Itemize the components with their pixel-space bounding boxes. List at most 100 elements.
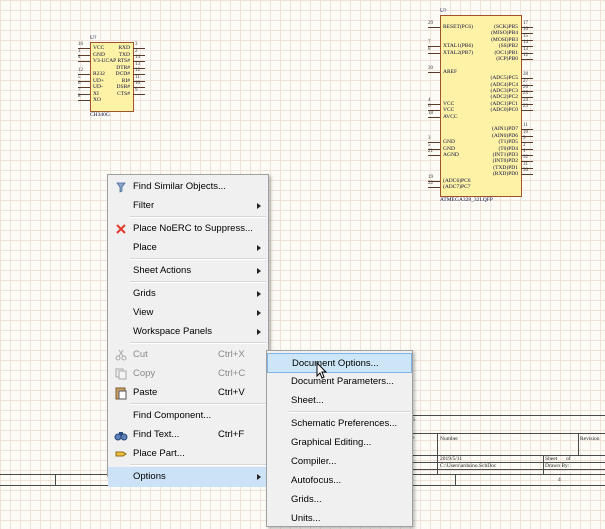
copy-icon — [114, 367, 128, 381]
funnel-icon — [114, 180, 128, 194]
pin-name: UD+ — [93, 77, 105, 84]
menu-item-cut[interactable]: Cut Ctrl+X — [108, 345, 268, 365]
binoculars-icon — [114, 428, 128, 442]
paste-icon — [114, 386, 128, 400]
title-of-label: of — [566, 456, 571, 462]
menu-item-label: Place NoERC to Suppress... — [133, 223, 253, 234]
pin-number: 10 — [135, 81, 140, 86]
submenu-arrow-icon — [257, 245, 261, 251]
submenu-item-autofocus[interactable]: Autofocus... — [267, 471, 412, 491]
pin-name: (RXD)PD0 — [492, 171, 518, 178]
pin-number: 28 — [523, 72, 528, 78]
menu-item-place-noerc-to-suppress[interactable]: Place NoERC to Suppress... — [108, 219, 268, 239]
pin-name: (ADC7)PC7 — [443, 184, 471, 190]
submenu-item-schematic-preferences[interactable]: Schematic Preferences... — [267, 414, 412, 434]
menu-item-find-text[interactable]: Find Text... Ctrl+F — [108, 425, 268, 445]
pin-number: 16 — [78, 42, 83, 47]
submenu-item-units[interactable]: Units... — [267, 509, 412, 529]
atmega-name: ATMEGA328_32LQFP — [440, 197, 493, 203]
pin-name: RTS# — [117, 58, 130, 64]
pin-name: (ICP)PB0 — [496, 56, 518, 62]
pin-name: (ADC6)PC6 — [443, 177, 471, 184]
menu-item-place-part[interactable]: Place Part... — [108, 444, 268, 464]
pin-line — [521, 59, 533, 60]
menu-item-label: Document Parameters... — [291, 376, 394, 387]
pin-number: 7 — [78, 87, 81, 93]
pin-name: GND — [443, 145, 455, 152]
title-block-vline — [578, 433, 579, 455]
pin-number: 30 — [523, 168, 528, 174]
pin-name: VCC — [93, 45, 105, 51]
pin-number: 31 — [523, 161, 528, 167]
menu-item-find-component[interactable]: Find Component... — [108, 406, 268, 426]
menu-item-shortcut: Ctrl+X — [218, 349, 245, 360]
menu-item-place[interactable]: Place — [108, 238, 268, 258]
options-submenu: Document Options... Document Parameters..… — [266, 350, 413, 527]
pin-line — [521, 174, 533, 176]
pin-line — [78, 100, 90, 101]
submenu-item-grids[interactable]: Grids... — [267, 490, 412, 510]
pin-number: 23 — [523, 104, 528, 110]
pin-number: 6 — [428, 104, 431, 110]
menu-item-label: Find Text... — [133, 429, 180, 440]
menu-item-view[interactable]: View — [108, 303, 268, 323]
pin-line — [428, 187, 440, 188]
menu-item-label: Schematic Preferences... — [291, 418, 398, 429]
menu-separator — [130, 342, 266, 344]
pin-line — [428, 116, 440, 118]
menu-item-workspace-panels[interactable]: Workspace Panels — [108, 322, 268, 342]
pin-name: RESET(PC6) — [443, 24, 473, 30]
pin-name: GND — [443, 139, 455, 146]
submenu-item-sheet[interactable]: Sheet... — [267, 391, 412, 411]
pin-name: V3-UCAP — [93, 58, 117, 64]
menu-item-options[interactable]: Options — [108, 467, 268, 487]
menu-item-shortcut: Ctrl+F — [218, 429, 245, 440]
menu-item-grids[interactable]: Grids — [108, 284, 268, 304]
pin-name: VCC — [443, 107, 455, 114]
pin-name: (ADC0)PC0 — [490, 107, 518, 114]
pin-name: XTAL1(PB6) — [443, 43, 474, 50]
menu-item-label: Place — [133, 242, 157, 253]
menu-separator — [289, 411, 410, 413]
pin-name: TXD — [118, 51, 130, 58]
pin-number: 14 — [523, 40, 528, 46]
submenu-item-document-parameters[interactable]: Document Parameters... — [267, 372, 412, 392]
pin-name: (SS)PB2 — [498, 43, 518, 50]
pin-number: 7 — [428, 40, 431, 46]
menu-item-filter[interactable]: Filter — [108, 196, 268, 216]
pin-number: 17 — [523, 21, 528, 26]
menu-separator — [130, 281, 266, 283]
pin-number: 21 — [428, 149, 433, 154]
title-drawn-by-label: Drawn By: — [545, 463, 570, 469]
menu-item-copy[interactable]: Copy Ctrl+C — [108, 364, 268, 384]
menu-item-label: Find Component... — [133, 410, 212, 421]
pin-number: 24 — [523, 97, 528, 103]
ch340g-designator: U? — [90, 35, 97, 41]
menu-item-find-similar-objects[interactable]: Find Similar Objects... — [108, 177, 268, 197]
submenu-item-graphical-editing[interactable]: Graphical Editing... — [267, 433, 412, 453]
pin-number: 13 — [523, 46, 528, 52]
pin-name: (OC1)PB1 — [494, 49, 518, 56]
pin-number: 8 — [78, 94, 81, 99]
pin-name: RI# — [121, 77, 130, 84]
pin-number: 5 — [78, 74, 81, 80]
title-sheet-label: Sheet — [545, 456, 558, 462]
title-block-line — [410, 469, 605, 470]
title-block-vline — [543, 455, 544, 475]
menu-separator — [130, 403, 266, 405]
pin-number: 11 — [523, 123, 528, 129]
menu-item-paste[interactable]: Paste Ctrl+V — [108, 383, 268, 403]
atmega-designator: U? — [440, 8, 447, 14]
menu-item-label: Document Options... — [292, 358, 379, 369]
pin-name: GND — [93, 51, 105, 58]
pin-name: AVCC — [443, 113, 458, 120]
title-block-vline — [437, 433, 438, 475]
submenu-item-document-options[interactable]: Document Options... — [267, 353, 412, 373]
pin-number: 27 — [523, 78, 528, 84]
menu-item-label: Find Similar Objects... — [133, 181, 226, 192]
submenu-item-compiler[interactable]: Compiler... — [267, 452, 412, 472]
menu-item-sheet-actions[interactable]: Sheet Actions — [108, 261, 268, 281]
pin-number: 5 — [428, 142, 431, 148]
title-date: 2019/5/11 — [440, 456, 463, 462]
menu-item-label: Filter — [133, 200, 155, 211]
